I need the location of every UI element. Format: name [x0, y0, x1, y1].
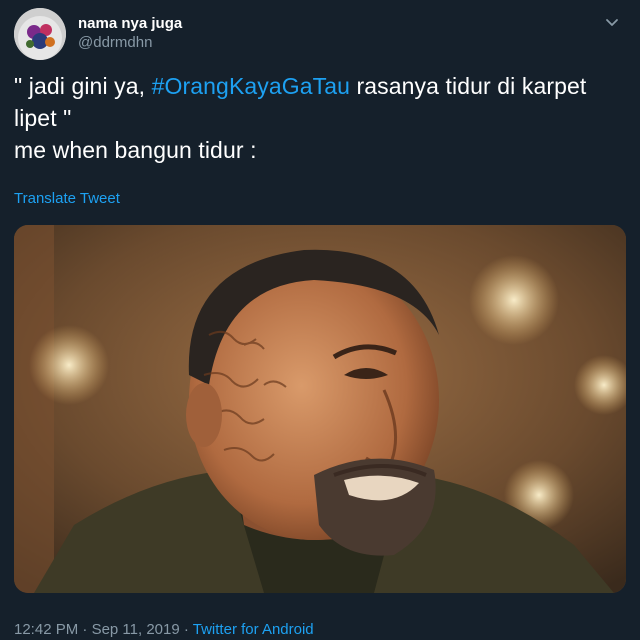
- tweet-source-link[interactable]: Twitter for Android: [193, 621, 314, 638]
- translate-tweet-link[interactable]: Translate Tweet: [14, 190, 120, 207]
- chevron-down-icon[interactable]: [604, 14, 620, 30]
- user-info: nama nya juga @ddrmdhn: [78, 14, 182, 53]
- meta-separator: ·: [78, 621, 92, 638]
- tweet-metadata: 12:42 PM · Sep 11, 2019 · Twitter for An…: [14, 621, 314, 638]
- tweet-text-line2: me when bangun tidur :: [14, 137, 257, 163]
- hashtag-link[interactable]: #OrangKayaGaTau: [152, 73, 350, 99]
- avatar-image: [14, 8, 66, 60]
- tweet-time[interactable]: 12:42 PM: [14, 621, 78, 638]
- tweet-text: " jadi gini ya, #OrangKayaGaTau rasanya …: [14, 70, 626, 166]
- tweet-media-image[interactable]: [14, 225, 626, 593]
- tweet: nama nya juga @ddrmdhn " jadi gini ya, #…: [0, 0, 640, 640]
- meta-separator: ·: [179, 621, 193, 638]
- tweet-text-part: " jadi gini ya,: [14, 73, 152, 99]
- avatar[interactable]: [14, 8, 66, 60]
- user-handle[interactable]: @ddrmdhn: [78, 33, 182, 53]
- display-name[interactable]: nama nya juga: [78, 14, 182, 33]
- tweet-date[interactable]: Sep 11, 2019: [92, 621, 180, 638]
- tweet-header: nama nya juga @ddrmdhn: [14, 8, 626, 60]
